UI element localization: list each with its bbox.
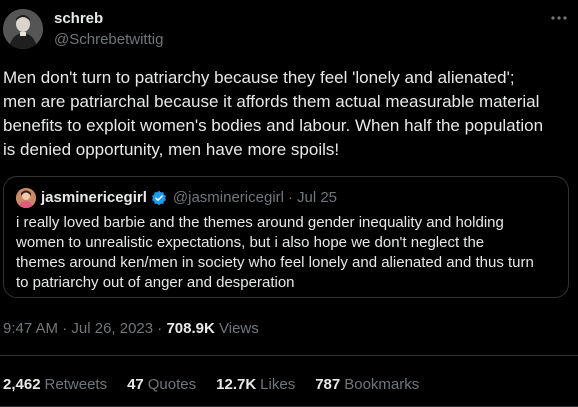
quoted-text-line: i really loved barbie and the themes aro…	[16, 214, 504, 231]
tweet-date[interactable]: Jul 26, 2023	[71, 320, 153, 337]
quoted-tweet-date[interactable]: Jul 25	[297, 189, 337, 206]
tweet-text-line: Men don't turn to patriarchy because the…	[3, 68, 515, 87]
author-name[interactable]: schreb	[54, 10, 103, 27]
author-handle[interactable]: @Schrebetwittig	[54, 31, 163, 48]
quoted-text-line: women to unrealistic expectations, but i…	[16, 234, 485, 251]
quoted-tweet-header: jasminericegirl @jasminericegirl · Jul 2…	[41, 189, 337, 206]
quoted-author-name[interactable]: jasminericegirl	[41, 189, 147, 206]
quoted-avatar-image	[16, 188, 36, 208]
likes-count: 12.7K	[216, 376, 257, 393]
retweets-count: 2,462	[3, 376, 41, 393]
bookmarks-count: 787	[315, 376, 341, 393]
separator-dot: ·	[157, 320, 163, 337]
tweet-text: Men don't turn to patriarchy because the…	[3, 66, 571, 162]
quoted-text-line: to patriarchy out of anger and desperati…	[16, 274, 295, 291]
likes-stat[interactable]: 12.7K Likes	[216, 376, 295, 393]
tweet-time[interactable]: 9:47 AM	[3, 320, 58, 337]
divider	[0, 355, 578, 356]
retweets-label: Retweets	[44, 376, 108, 393]
verified-badge-icon	[151, 190, 166, 205]
tweet-meta: 9:47 AM · Jul 26, 2023 · 708.9K Views	[3, 320, 259, 337]
separator-dot: ·	[62, 320, 68, 337]
tweet: schreb @Schrebetwittig Men don't turn to…	[0, 0, 578, 407]
quotes-label: Quotes	[147, 376, 197, 393]
engagement-stats: 2,462 Retweets 47 Quotes 12.7K Likes 787 Boo…	[3, 376, 439, 393]
quoted-tweet-text: i really loved barbie and the themes aro…	[16, 213, 561, 293]
separator-dot: ·	[287, 189, 293, 206]
avatar-image	[3, 9, 43, 49]
retweets-stat[interactable]: 2,462 Retweets	[3, 376, 107, 393]
quoted-author-handle[interactable]: @jasminericegirl	[173, 189, 284, 206]
likes-label: Likes	[260, 376, 296, 393]
views-label: Views	[219, 320, 259, 337]
more-options-button[interactable]	[549, 8, 569, 28]
tweet-text-line: men are patriarchal because it affords t…	[3, 92, 540, 111]
quotes-count: 47	[127, 376, 144, 393]
quoted-text-line: themes around ken/men in society who fee…	[16, 254, 534, 271]
views-count: 708.9K	[166, 320, 215, 337]
bookmarks-stat[interactable]: 787 Bookmarks	[315, 376, 419, 393]
tweet-text-line: benefits to exploit women's bodies and l…	[3, 116, 544, 135]
more-horizontal-icon	[551, 16, 567, 20]
author-avatar[interactable]	[3, 9, 43, 49]
quoted-tweet-card[interactable]: jasminericegirl @jasminericegirl · Jul 2…	[3, 176, 569, 298]
bookmarks-label: Bookmarks	[344, 376, 420, 393]
quotes-stat[interactable]: 47 Quotes	[127, 376, 196, 393]
quoted-author-avatar[interactable]	[16, 188, 36, 208]
tweet-text-line: is denied opportunity, men have more spo…	[3, 140, 340, 159]
